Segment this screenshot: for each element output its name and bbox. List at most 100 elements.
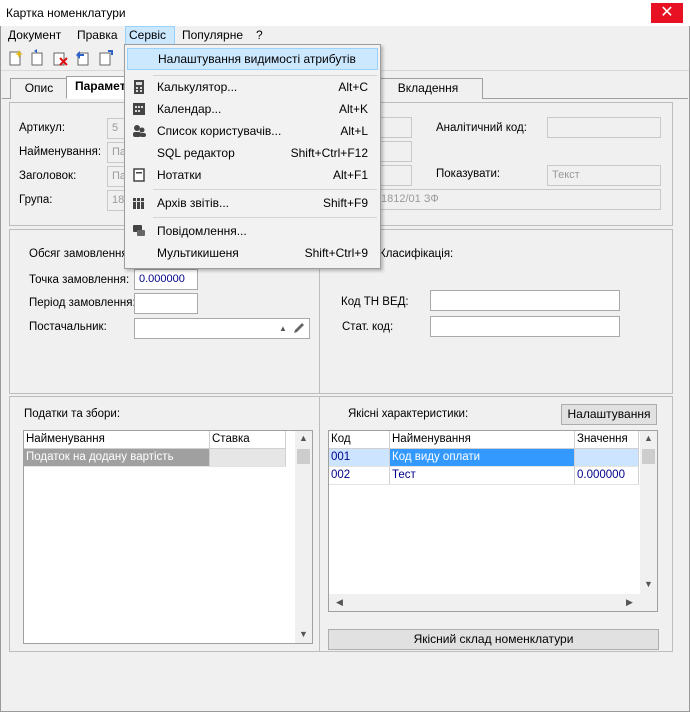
scroll-down-icon[interactable]: ▼ (295, 629, 312, 639)
menu-item-shortcut: Alt+C (338, 80, 368, 94)
menu-item-label: Архів звітів... (157, 196, 229, 210)
menu-bar: Документ Правка Сервіс Популярне ? (1, 26, 689, 45)
users-icon (133, 125, 146, 137)
scroll-thumb[interactable] (297, 449, 310, 464)
menu-item-shortcut: Shift+F9 (322, 196, 368, 210)
stat-code-label: Стат. код: (342, 321, 394, 333)
tab-attachments[interactable]: Вкладення (373, 78, 483, 99)
scroll-left-icon[interactable]: ◀ (331, 597, 348, 608)
quality-row-2-code[interactable]: 002 (329, 467, 390, 485)
menu-item-attribute-visibility[interactable]: Налаштування видимості атрибутів (127, 48, 378, 70)
supplier-dropdown-icon[interactable]: ▲ (279, 324, 287, 333)
taxes-row-rate[interactable] (210, 449, 286, 467)
scroll-up-icon[interactable]: ▲ (295, 433, 312, 443)
name-label: Найменування: (19, 146, 102, 158)
group-code-field[interactable]: 1812/01 ЗФ (380, 189, 661, 210)
menu-document[interactable]: Документ (5, 26, 64, 45)
scroll-thumb[interactable] (642, 449, 655, 464)
taxes-row-name[interactable]: Податок на додану вартість (24, 449, 210, 467)
menu-popular[interactable]: Популярне (179, 26, 246, 45)
supplier-label: Постачальник: (29, 321, 107, 333)
copy-document-icon[interactable] (29, 49, 47, 67)
message-icon (133, 225, 145, 236)
menu-item-shortcut: Shift+Ctrl+9 (304, 246, 368, 260)
quality-grid: Код Найменування Значення 001 Код виду о… (328, 430, 658, 612)
menu-item-report-archive[interactable]: Архів звітів... Shift+F9 (127, 192, 378, 214)
menu-item-label: Календар... (157, 102, 222, 116)
name-extra-field[interactable] (380, 141, 412, 162)
quality-col-name[interactable]: Найменування (390, 431, 575, 449)
scroll-right-icon[interactable]: ▶ (621, 597, 638, 608)
menu-item-shortcut: Alt+F1 (332, 168, 368, 182)
quality-settings-button[interactable]: Налаштування (561, 404, 657, 425)
quality-row-1-value[interactable] (575, 449, 639, 467)
new-document-icon[interactable] (7, 49, 25, 67)
notes-icon (133, 168, 145, 182)
menu-item-users[interactable]: Список користувачів... Alt+L (127, 120, 378, 142)
export-document-icon[interactable] (97, 49, 115, 67)
menu-edit[interactable]: Правка (74, 26, 121, 45)
menu-item-label: SQL редактор (157, 146, 235, 160)
quality-vscrollbar[interactable]: ▲ ▼ (640, 431, 657, 594)
quality-title: Якісні характеристики: (348, 408, 469, 420)
service-menu: Налаштування видимості атрибутів Калькул… (124, 44, 381, 269)
quality-row-1-code[interactable]: 001 (329, 449, 390, 467)
menu-item-shortcut: Alt+L (340, 124, 368, 138)
taxes-title: Податки та збори: (24, 408, 121, 420)
stat-code-field[interactable] (430, 316, 620, 337)
quality-hscrollbar[interactable]: ◀ ▶ (329, 594, 657, 611)
menu-item-shortcut: Alt+K (338, 102, 368, 116)
heading-label: Заголовок: (19, 170, 77, 182)
calendar-icon (133, 103, 145, 115)
show-label: Показувати: (436, 168, 501, 180)
close-button[interactable]: ✕ (651, 3, 683, 23)
menu-item-shortcut: Shift+Ctrl+F12 (290, 146, 368, 160)
heading-extra-field[interactable] (380, 165, 412, 186)
quality-row-2-name[interactable]: Тест (390, 467, 575, 485)
taxes-col-name[interactable]: Найменування (24, 431, 210, 449)
menu-item-label: Мультикишеня (157, 246, 239, 260)
scroll-down-icon[interactable]: ▼ (640, 579, 657, 589)
menu-item-calculator[interactable]: Калькулятор... Alt+C (127, 76, 378, 98)
order-volume-label: Обсяг замовлення: (29, 248, 131, 260)
report-archive-icon (133, 198, 144, 209)
quality-col-value[interactable]: Значення (575, 431, 639, 449)
order-period-field[interactable] (134, 293, 198, 314)
menu-help[interactable]: ? (253, 26, 266, 45)
classification-label: Класифікація: (379, 248, 454, 260)
quality-composition-button[interactable]: Якісний склад номенклатури (328, 629, 659, 650)
menu-item-calendar[interactable]: Календар... Alt+K (127, 98, 378, 120)
scroll-up-icon[interactable]: ▲ (640, 433, 657, 443)
tn-ved-field[interactable] (430, 290, 620, 311)
quality-row-2-value[interactable]: 0.000000 (575, 467, 639, 485)
tn-ved-label: Код ТН ВЕД: (341, 296, 409, 308)
tab-description[interactable]: Опис (10, 78, 68, 99)
menu-separator (153, 217, 377, 218)
order-point-label: Точка замовлення: (29, 274, 130, 286)
menu-item-messages[interactable]: Повідомлення... (127, 220, 378, 242)
menu-item-label: Калькулятор... (157, 80, 238, 94)
group-label: Група: (19, 194, 53, 206)
show-select[interactable]: Текст (547, 165, 661, 186)
analytic-code-field[interactable] (547, 117, 661, 138)
article-label: Артикул: (19, 122, 66, 134)
order-period-label: Період замовлення: (29, 297, 136, 309)
menu-item-label: Нотатки (157, 168, 202, 182)
menu-item-sql-editor[interactable]: SQL редактор Shift+Ctrl+F12 (127, 142, 378, 164)
menu-item-label: Повідомлення... (157, 224, 247, 238)
delete-document-icon[interactable] (51, 49, 69, 67)
window-title: Картка номенклатури (6, 6, 126, 20)
menu-separator (153, 189, 377, 190)
save-document-icon[interactable] (74, 49, 92, 67)
quality-col-code[interactable]: Код (329, 431, 390, 449)
menu-service[interactable]: Сервіс (125, 26, 175, 45)
quality-row-1-name[interactable]: Код виду оплати (390, 449, 575, 467)
taxes-scrollbar[interactable]: ▲ ▼ (295, 431, 312, 643)
taxes-col-rate[interactable]: Ставка (210, 431, 286, 449)
menu-item-label: Налаштування видимості атрибутів (158, 52, 356, 66)
menu-item-multipocket[interactable]: Мультикишеня Shift+Ctrl+9 (127, 242, 378, 264)
menu-item-notes[interactable]: Нотатки Alt+F1 (127, 164, 378, 186)
article-extra-field[interactable] (380, 117, 412, 138)
order-point-field[interactable]: 0.000000 (134, 269, 198, 290)
supplier-edit-icon[interactable] (292, 321, 306, 335)
